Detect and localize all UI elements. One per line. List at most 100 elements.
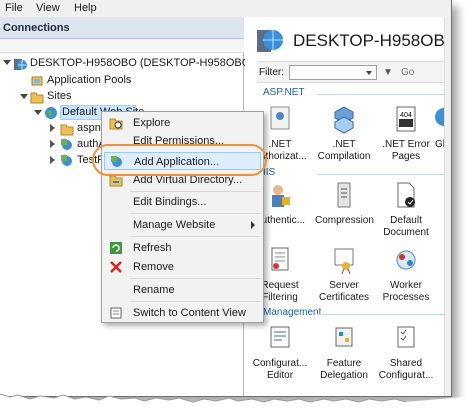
menu-separator xyxy=(130,236,261,237)
menu-item-refresh[interactable]: Refresh xyxy=(104,239,261,257)
menu-item-edit-bindings[interactable]: Edit Bindings... xyxy=(104,193,261,211)
net-compilation-icon xyxy=(334,106,354,134)
section-label: IIS xyxy=(263,167,276,178)
collapse-icon[interactable] xyxy=(50,124,55,132)
filter-bar: Filter: ▼ Go xyxy=(257,61,451,83)
section-label: ASP.NET xyxy=(263,87,305,98)
menu-separator xyxy=(130,278,261,279)
application-pools-icon xyxy=(31,76,43,86)
feature-default-document[interactable]: Default Document xyxy=(377,179,435,243)
menu-item-label: Remove xyxy=(133,261,174,273)
menu-file[interactable]: File xyxy=(5,2,23,14)
menu-item-label: Edit Bindings... xyxy=(133,196,207,208)
feature-label: .NET Compilation xyxy=(317,139,371,162)
connections-title: Connections xyxy=(3,22,70,34)
menu-item-switch-to-content-view[interactable]: Switch to Content View xyxy=(104,304,261,322)
refresh-icon xyxy=(110,242,122,254)
collapse-icon[interactable] xyxy=(50,156,55,164)
context-menu: Explore Edit Permissions... Add Applicat… xyxy=(101,111,264,323)
section-label: Management xyxy=(263,307,322,318)
feature-compression[interactable]: Compression xyxy=(315,179,374,243)
tree-item-sites[interactable]: Sites xyxy=(0,89,244,105)
torn-edge-decoration xyxy=(0,393,474,417)
menu-item-manage-website[interactable]: Manage Website xyxy=(104,216,261,234)
expand-icon[interactable] xyxy=(3,60,11,65)
feature-label: Default Document xyxy=(383,215,429,238)
section-management[interactable]: Management xyxy=(257,307,451,321)
menu-item-label: Refresh xyxy=(133,242,172,254)
tree-item-aspnet[interactable]: aspne xyxy=(0,121,110,137)
submenu-arrow-icon xyxy=(251,221,255,229)
go-button[interactable]: Go xyxy=(401,67,414,78)
feature-shared-configuration[interactable]: Shared Configurat... xyxy=(377,322,435,386)
request-filtering-icon xyxy=(271,247,289,271)
funnel-icon[interactable]: ▼ xyxy=(383,67,393,78)
section-aspnet[interactable]: ASP.NET xyxy=(257,87,451,101)
tree-item-label: Sites xyxy=(47,90,72,102)
menu-item-label: Rename xyxy=(133,284,175,296)
error-page-icon: 404 xyxy=(396,106,416,132)
tree-item-label: DESKTOP-H958OBO (DESKTOP-H958OBO\lesja) xyxy=(30,57,280,69)
iis-manager-window: File View Help Connections DESKTOP-H958O… xyxy=(0,0,452,397)
filter-label: Filter: xyxy=(259,67,284,78)
feature-feature-delegation[interactable]: Feature Delegation xyxy=(315,322,373,386)
worker-processes-icon xyxy=(396,250,416,270)
configuration-editor-icon xyxy=(270,326,290,348)
svg-text:404: 404 xyxy=(400,112,412,119)
authentication-icon xyxy=(272,185,290,207)
feature-worker-processes[interactable]: Worker Processes xyxy=(377,244,435,308)
highlight-annotation xyxy=(92,144,267,176)
menu-item-remove[interactable]: Remove xyxy=(104,258,261,276)
shared-configuration-icon xyxy=(397,326,415,348)
menu-separator xyxy=(130,301,261,302)
tree-item-label: Application Pools xyxy=(47,74,132,86)
feature-label: Server Certificates xyxy=(318,280,369,303)
menu-item-label: Switch to Content View xyxy=(133,307,246,319)
menu-item-label: Explore xyxy=(133,117,171,129)
menu-item-explore[interactable]: Explore xyxy=(104,114,261,132)
explore-icon xyxy=(109,118,123,130)
feature-delegation-icon xyxy=(335,327,353,347)
collapse-icon[interactable] xyxy=(50,140,55,148)
feature-label: Compression xyxy=(315,215,374,226)
globe-icon xyxy=(45,107,57,119)
expand-icon[interactable] xyxy=(34,110,42,115)
server-home-icon xyxy=(257,30,283,52)
feature-label: Shared Configurat... xyxy=(378,358,434,381)
web-app-icon xyxy=(61,155,72,166)
connections-header: Connections xyxy=(0,17,244,39)
menu-separator xyxy=(130,191,261,192)
vertical-scrollbar[interactable] xyxy=(444,17,451,396)
feature-label: Worker Processes xyxy=(382,280,430,303)
tree-item-server[interactable]: DESKTOP-H958OBO (DESKTOP-H958OBO\lesja) xyxy=(0,56,280,72)
feature-label: Feature Delegation xyxy=(320,358,368,381)
web-app-icon xyxy=(61,139,72,150)
server-icon xyxy=(14,59,27,70)
menu-help[interactable]: Help xyxy=(74,2,97,14)
net-authorization-icon xyxy=(270,106,290,130)
folder-icon xyxy=(60,124,74,136)
feature-net-compilation[interactable]: .NET Compilation xyxy=(315,103,373,167)
feature-label: .NET Error Pages xyxy=(382,139,430,162)
sites-folder-icon xyxy=(30,92,44,104)
menu-item-rename[interactable]: Rename xyxy=(104,281,261,299)
compression-icon xyxy=(337,182,351,208)
content-view-icon xyxy=(110,307,122,319)
dropdown-arrow-icon[interactable] xyxy=(366,71,372,75)
menu-view[interactable]: View xyxy=(36,2,60,14)
home-pane: DESKTOP-H958OBO Home Filter: ▼ Go ASP.NE… xyxy=(245,17,452,396)
default-document-icon xyxy=(397,182,415,208)
feature-server-certificates[interactable]: Server Certificates xyxy=(315,244,373,308)
menu-bar: File View Help xyxy=(0,0,451,17)
filter-input[interactable] xyxy=(289,65,377,80)
remove-icon xyxy=(110,261,122,273)
tree-item-application-pools[interactable]: Application Pools xyxy=(0,73,244,89)
expand-icon[interactable] xyxy=(20,94,28,99)
feature-net-error-pages[interactable]: 404 .NET Error Pages xyxy=(377,103,435,167)
page-title: DESKTOP-H958OBO Home xyxy=(293,31,452,50)
menu-separator xyxy=(130,213,261,214)
feature-label: Configurat... Editor xyxy=(252,358,308,381)
menu-item-label: Manage Website xyxy=(133,219,216,231)
feature-configuration-editor[interactable]: Configurat... Editor xyxy=(251,322,309,386)
connections-toolbar xyxy=(0,39,244,53)
